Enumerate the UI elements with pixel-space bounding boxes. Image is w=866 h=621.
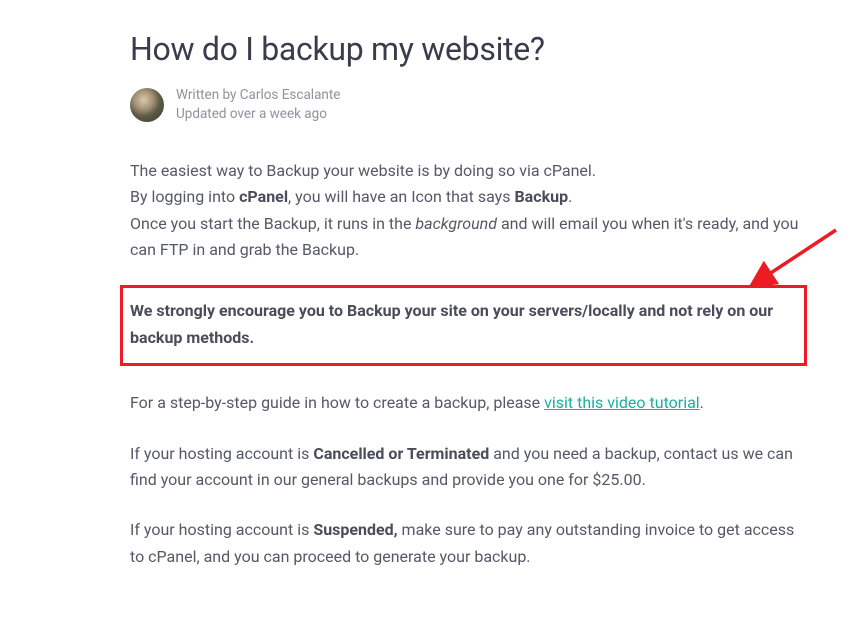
written-by-line: Written by Carlos Escalante [176, 86, 340, 105]
paragraph-suspended: If your hosting account is Suspended, ma… [130, 517, 801, 570]
text-fragment: . [568, 187, 572, 206]
article-body: The easiest way to Backup your website i… [130, 158, 801, 570]
text-fragment: By logging into [130, 187, 239, 206]
text-fragment: If your hosting account is [130, 520, 313, 539]
text-fragment: . [700, 393, 704, 412]
bold-cancelled: Cancelled or Terminated [313, 444, 489, 463]
written-by-prefix: Written by [176, 87, 240, 103]
highlight-text: We strongly encourage you to Backup your… [130, 298, 790, 351]
text-fragment: For a step-by-step guide in how to creat… [130, 393, 544, 412]
video-tutorial-link[interactable]: visit this video tutorial [544, 393, 700, 412]
bold-cpanel: cPanel [239, 187, 288, 206]
paragraph-intro-2: By logging into cPanel, you will have an… [130, 184, 801, 210]
page-title: How do I backup my website? [130, 30, 801, 68]
avatar [130, 88, 164, 122]
author-name: Carlos Escalante [240, 87, 341, 103]
highlighted-callout: We strongly encourage you to Backup your… [120, 285, 807, 366]
updated-line: Updated over a week ago [176, 105, 340, 124]
italic-background: background [415, 214, 497, 233]
author-block: Written by Carlos Escalante Updated over… [130, 86, 801, 124]
text-fragment: Once you start the Backup, it runs in th… [130, 214, 415, 233]
bold-backup: Backup [514, 187, 568, 206]
paragraph-intro-1: The easiest way to Backup your website i… [130, 158, 801, 184]
paragraph-cancelled: If your hosting account is Cancelled or … [130, 441, 801, 494]
bold-suspended: Suspended, [313, 520, 397, 539]
text-fragment: If your hosting account is [130, 444, 313, 463]
paragraph-tutorial: For a step-by-step guide in how to creat… [130, 390, 801, 416]
paragraph-intro-3: Once you start the Backup, it runs in th… [130, 211, 801, 264]
author-text: Written by Carlos Escalante Updated over… [176, 86, 340, 124]
text-fragment: , you will have an Icon that says [288, 187, 514, 206]
